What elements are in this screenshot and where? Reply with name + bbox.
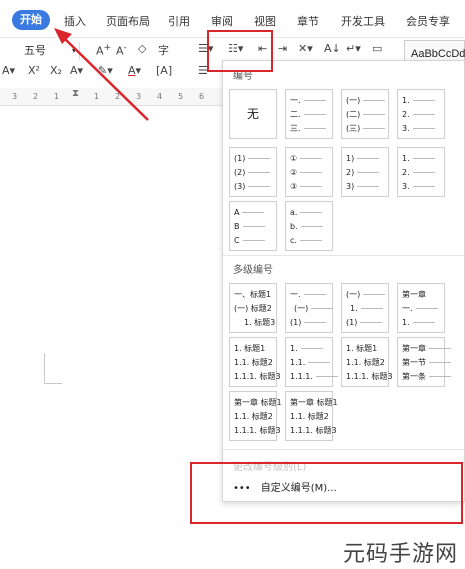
watermark: 元码手游网 — [343, 542, 459, 567]
red-arrow-icon — [54, 28, 149, 121]
